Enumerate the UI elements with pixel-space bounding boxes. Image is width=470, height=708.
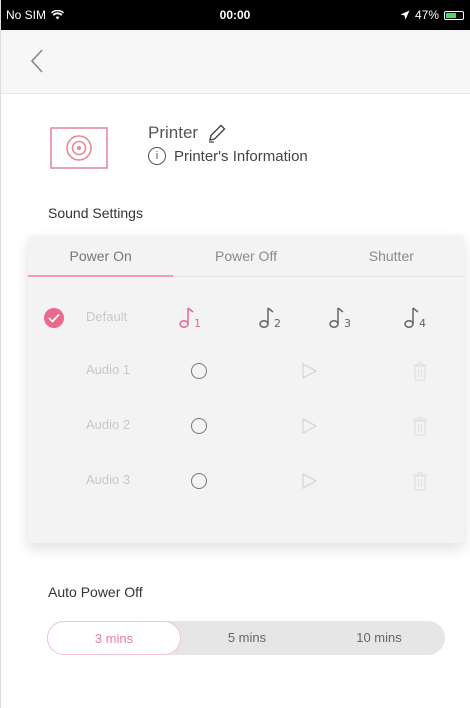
option-3-mins[interactable]: 3 mins xyxy=(47,621,181,655)
sound-tabs: Power On Power Off Shutter xyxy=(28,235,464,277)
audio-radio[interactable] xyxy=(191,473,207,489)
printer-name-row: Printer xyxy=(148,122,228,144)
option-5-mins[interactable]: 5 mins xyxy=(181,621,313,655)
info-icon: i xyxy=(148,147,166,165)
play-icon[interactable] xyxy=(300,472,318,490)
battery-percent: 47% xyxy=(414,8,439,22)
default-sound-row: Default 1 2 3 4 xyxy=(28,298,464,338)
auto-power-off-title: Auto Power Off xyxy=(48,584,143,600)
pencil-icon[interactable] xyxy=(206,122,228,144)
checkbox-default[interactable] xyxy=(44,308,64,328)
navigation-bar xyxy=(0,30,470,94)
chevron-left-icon[interactable] xyxy=(24,46,54,76)
audio-label: Audio 1 xyxy=(86,362,131,377)
audio-label: Audio 2 xyxy=(86,417,131,432)
printer-info-label: Printer's Information xyxy=(174,147,308,165)
play-icon[interactable] xyxy=(300,417,318,435)
status-left: No SIM xyxy=(6,8,65,22)
music-note-icon[interactable]: 4 xyxy=(403,304,429,330)
location-arrow-icon xyxy=(400,10,410,20)
check-icon xyxy=(48,313,60,323)
status-bar: No SIM 00:00 47% xyxy=(0,0,470,30)
battery-icon xyxy=(444,10,464,20)
wifi-icon xyxy=(51,10,65,20)
sound-settings-title: Sound Settings xyxy=(48,205,143,221)
audio-row: Audio 3 xyxy=(28,461,464,501)
music-note-icon[interactable]: 2 xyxy=(258,304,284,330)
play-icon[interactable] xyxy=(300,362,318,380)
audio-label: Audio 3 xyxy=(86,472,131,487)
music-note-icon[interactable]: 3 xyxy=(328,304,354,330)
default-label: Default xyxy=(86,309,128,324)
audio-row: Audio 1 xyxy=(28,351,464,391)
music-note-icon[interactable]: 1 xyxy=(178,304,204,330)
printer-name: Printer xyxy=(148,123,199,142)
printer-icon xyxy=(50,127,108,169)
tone-3-label: 3 xyxy=(344,317,351,330)
trash-icon[interactable] xyxy=(412,471,428,491)
auto-power-off-selector: 3 mins 5 mins 10 mins xyxy=(47,621,445,655)
status-right: 47% xyxy=(400,8,464,22)
tone-1-label: 1 xyxy=(194,317,201,330)
printer-info-link[interactable]: i Printer's Information xyxy=(148,147,308,165)
carrier-label: No SIM xyxy=(6,8,47,22)
audio-radio[interactable] xyxy=(191,363,207,379)
tab-shutter[interactable]: Shutter xyxy=(319,235,464,276)
option-10-mins[interactable]: 10 mins xyxy=(313,621,445,655)
trash-icon[interactable] xyxy=(412,361,428,381)
tone-2-label: 2 xyxy=(274,317,281,330)
tab-power-off[interactable]: Power Off xyxy=(173,235,318,276)
audio-radio[interactable] xyxy=(191,418,207,434)
tab-power-on[interactable]: Power On xyxy=(28,235,174,277)
left-edge-divider xyxy=(0,0,1,708)
tone-4-label: 4 xyxy=(419,317,426,330)
audio-row: Audio 2 xyxy=(28,406,464,446)
trash-icon[interactable] xyxy=(412,416,428,436)
sound-settings-card: Power On Power Off Shutter Default 1 2 3… xyxy=(28,235,464,543)
